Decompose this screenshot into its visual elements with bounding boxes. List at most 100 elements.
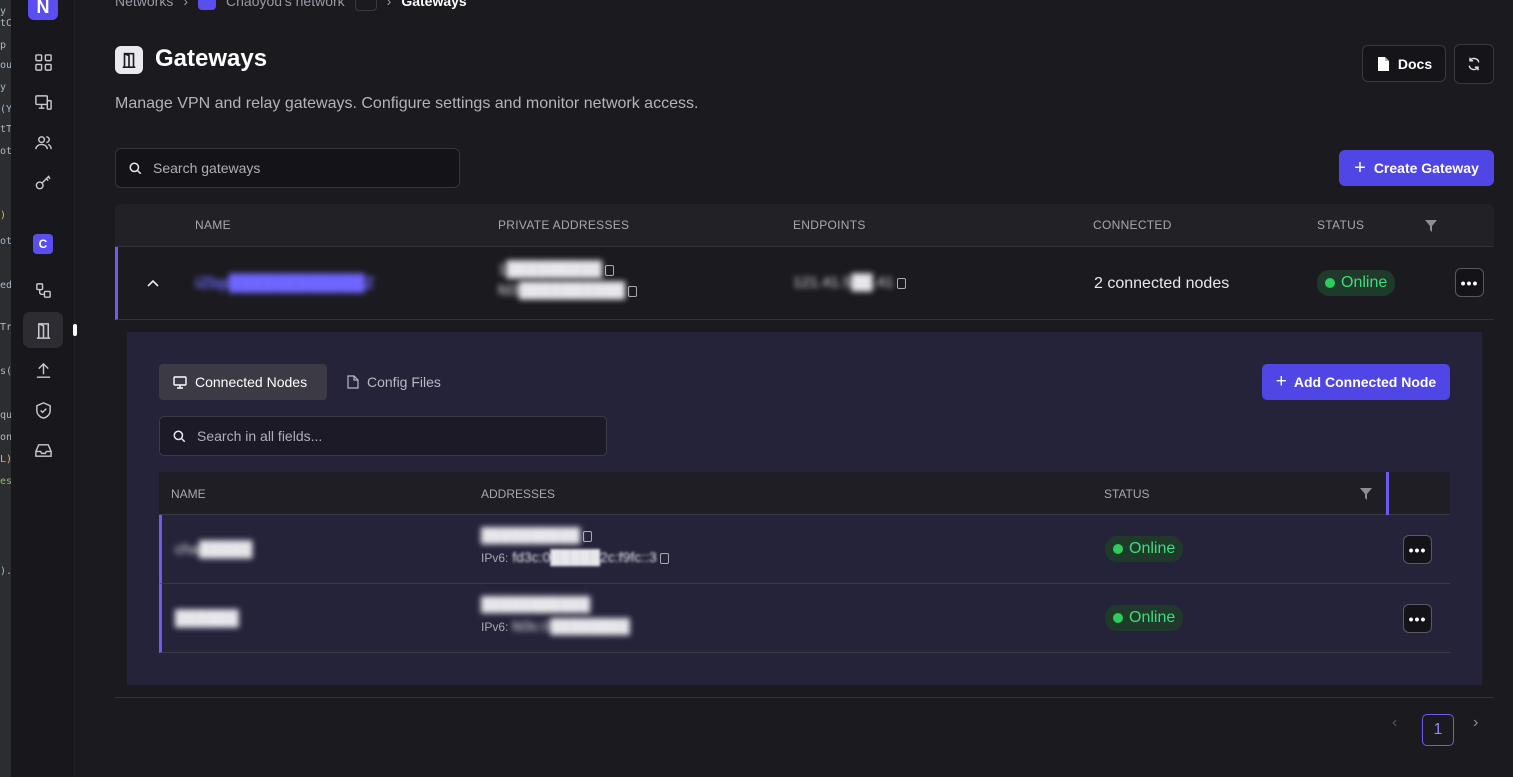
status-badge: Online — [1105, 536, 1184, 562]
search-icon — [129, 162, 142, 174]
status-label: Online — [1129, 540, 1176, 557]
copy-icon[interactable] — [583, 530, 593, 542]
network-avatar — [198, 0, 217, 10]
table-row[interactable]: iZbp████████████Z 1█████████ fd3████████… — [115, 247, 1494, 320]
online-dot-icon — [1113, 544, 1123, 554]
connected-count: 2 connected nodes — [1094, 275, 1230, 292]
divider — [115, 697, 1494, 698]
row-actions-button[interactable]: ••• — [1403, 535, 1432, 564]
column-resize-handle[interactable] — [1386, 472, 1389, 515]
docs-button[interactable]: Docs — [1362, 45, 1446, 82]
tab-connected-nodes[interactable]: Connected Nodes — [159, 364, 327, 400]
copy-icon[interactable] — [605, 264, 614, 276]
nodes-search[interactable] — [159, 416, 607, 456]
status-badge: Online — [1105, 605, 1184, 631]
breadcrumb-separator: › — [183, 0, 189, 9]
filter-icon[interactable] — [1360, 488, 1372, 500]
node-name[interactable]: cha█████ — [175, 541, 252, 558]
add-connected-node-label: Add Connected Node — [1293, 374, 1437, 390]
status-label: Online — [1129, 609, 1176, 626]
background-editor-strip: y tC p ou y (Y tT ot) ot ed Tr s(qu on L) es). — [0, 0, 11, 777]
row-actions-button[interactable]: ••• — [1455, 268, 1484, 297]
node-address-v6: fd3c:0█████2c:f9fc::3 — [512, 549, 657, 565]
key-icon[interactable] — [30, 169, 56, 195]
gateway-search-input[interactable] — [153, 160, 433, 176]
network-switcher-chevron[interactable] — [354, 0, 377, 11]
pagination-page-current[interactable]: 1 — [1422, 714, 1454, 746]
breadcrumb-network[interactable]: Chaoyou's network — [226, 0, 345, 9]
row-actions-button[interactable]: ••• — [1403, 604, 1432, 633]
ipv6-label: IPv6: — [481, 551, 509, 565]
column-addresses[interactable]: ADDRESSES — [481, 487, 555, 501]
tab-config-files[interactable]: Config Files — [347, 364, 441, 400]
gateway-door-icon[interactable] — [23, 312, 63, 348]
endpoint: 121.41.5██.41 — [793, 274, 906, 291]
sidebar: N C — [11, 0, 77, 777]
more-icon: ••• — [1408, 610, 1427, 627]
filter-icon[interactable] — [1425, 220, 1437, 232]
monitor-icon — [173, 375, 187, 389]
active-indicator — [73, 324, 77, 336]
table-row[interactable]: ██████ ███████████ IPv6: fd3c:0████████ … — [159, 584, 1450, 653]
pagination-next[interactable]: › — [1473, 714, 1478, 732]
app-logo[interactable]: N — [28, 0, 58, 20]
chevron-right-icon: › — [1473, 714, 1479, 731]
users-icon[interactable] — [30, 129, 56, 155]
column-status[interactable]: STATUS — [1104, 487, 1150, 501]
private-address-v4: 1█████████ — [498, 261, 602, 278]
nodes-table-header: NAME ADDRESSES STATUS — [159, 472, 1450, 515]
chevron-up-icon[interactable] — [147, 278, 159, 288]
gateway-search[interactable] — [115, 148, 460, 188]
column-name[interactable]: NAME — [195, 218, 231, 232]
tab-config-files-label: Config Files — [367, 374, 441, 390]
routes-icon[interactable] — [30, 277, 56, 303]
node-address-v4: ██████████ — [481, 527, 581, 543]
page-number: 1 — [1433, 721, 1443, 738]
copy-icon[interactable] — [628, 285, 638, 297]
dashboard-icon[interactable] — [30, 49, 56, 75]
status-badge: Online — [1317, 270, 1396, 296]
node-name[interactable]: ██████ — [175, 610, 239, 627]
page-title: Gateways — [155, 45, 268, 72]
online-dot-icon — [1325, 278, 1335, 288]
breadcrumb-networks[interactable]: Networks — [115, 0, 173, 9]
refresh-icon — [1468, 57, 1480, 71]
add-connected-node-button[interactable]: + Add Connected Node — [1262, 364, 1450, 400]
online-dot-icon — [1113, 613, 1123, 623]
column-status[interactable]: STATUS — [1317, 218, 1364, 232]
breadcrumb: Networks › Chaoyou's network › Gateways — [115, 0, 467, 11]
gateways-table-header: NAME PRIVATE ADDRESSES ENDPOINTS CONNECT… — [115, 204, 1494, 247]
create-gateway-button[interactable]: + Create Gateway — [1339, 150, 1494, 186]
inbox-icon[interactable] — [30, 437, 56, 463]
gateways-table: NAME PRIVATE ADDRESSES ENDPOINTS CONNECT… — [115, 204, 1494, 320]
file-icon — [347, 375, 359, 389]
node-address-v6: fd3c:0████████ — [512, 618, 630, 634]
nodes-search-input[interactable] — [197, 428, 477, 444]
copy-icon[interactable] — [896, 277, 906, 289]
table-row[interactable]: cha█████ ██████████ IPv6: fd3c:0█████2c:… — [159, 515, 1450, 584]
copy-icon[interactable] — [659, 552, 669, 564]
page-subtitle: Manage VPN and relay gateways. Configure… — [115, 95, 699, 112]
create-gateway-label: Create Gateway — [1373, 160, 1479, 176]
devices-icon[interactable] — [30, 89, 56, 115]
node-addresses: ██████████ IPv6: fd3c:0█████2c:f9fc::3 — [481, 527, 669, 565]
column-connected[interactable]: CONNECTED — [1093, 218, 1172, 232]
refresh-button[interactable] — [1454, 44, 1494, 84]
chevron-left-icon: ‹ — [1392, 714, 1398, 731]
plus-icon: + — [1354, 156, 1366, 179]
column-private-addresses[interactable]: PRIVATE ADDRESSES — [498, 218, 629, 232]
docs-label: Docs — [1397, 55, 1433, 72]
private-addresses: 1█████████ fd3██████████ — [498, 261, 638, 299]
shield-check-icon[interactable] — [30, 397, 56, 423]
upload-icon[interactable] — [30, 357, 56, 383]
network-badge[interactable]: C — [33, 234, 53, 254]
search-icon — [173, 430, 186, 442]
column-name[interactable]: NAME — [171, 487, 206, 501]
pagination-prev[interactable]: ‹ — [1392, 714, 1397, 732]
gateway-details-panel: Connected Nodes Config Files + Add Conne… — [127, 332, 1482, 685]
gateway-name[interactable]: iZbp████████████Z — [195, 275, 375, 293]
status-label: Online — [1341, 274, 1388, 291]
endpoint-value: 121.41.5██.41 — [793, 274, 894, 291]
tab-connected-nodes-label: Connected Nodes — [195, 374, 308, 390]
column-endpoints[interactable]: ENDPOINTS — [793, 218, 866, 232]
